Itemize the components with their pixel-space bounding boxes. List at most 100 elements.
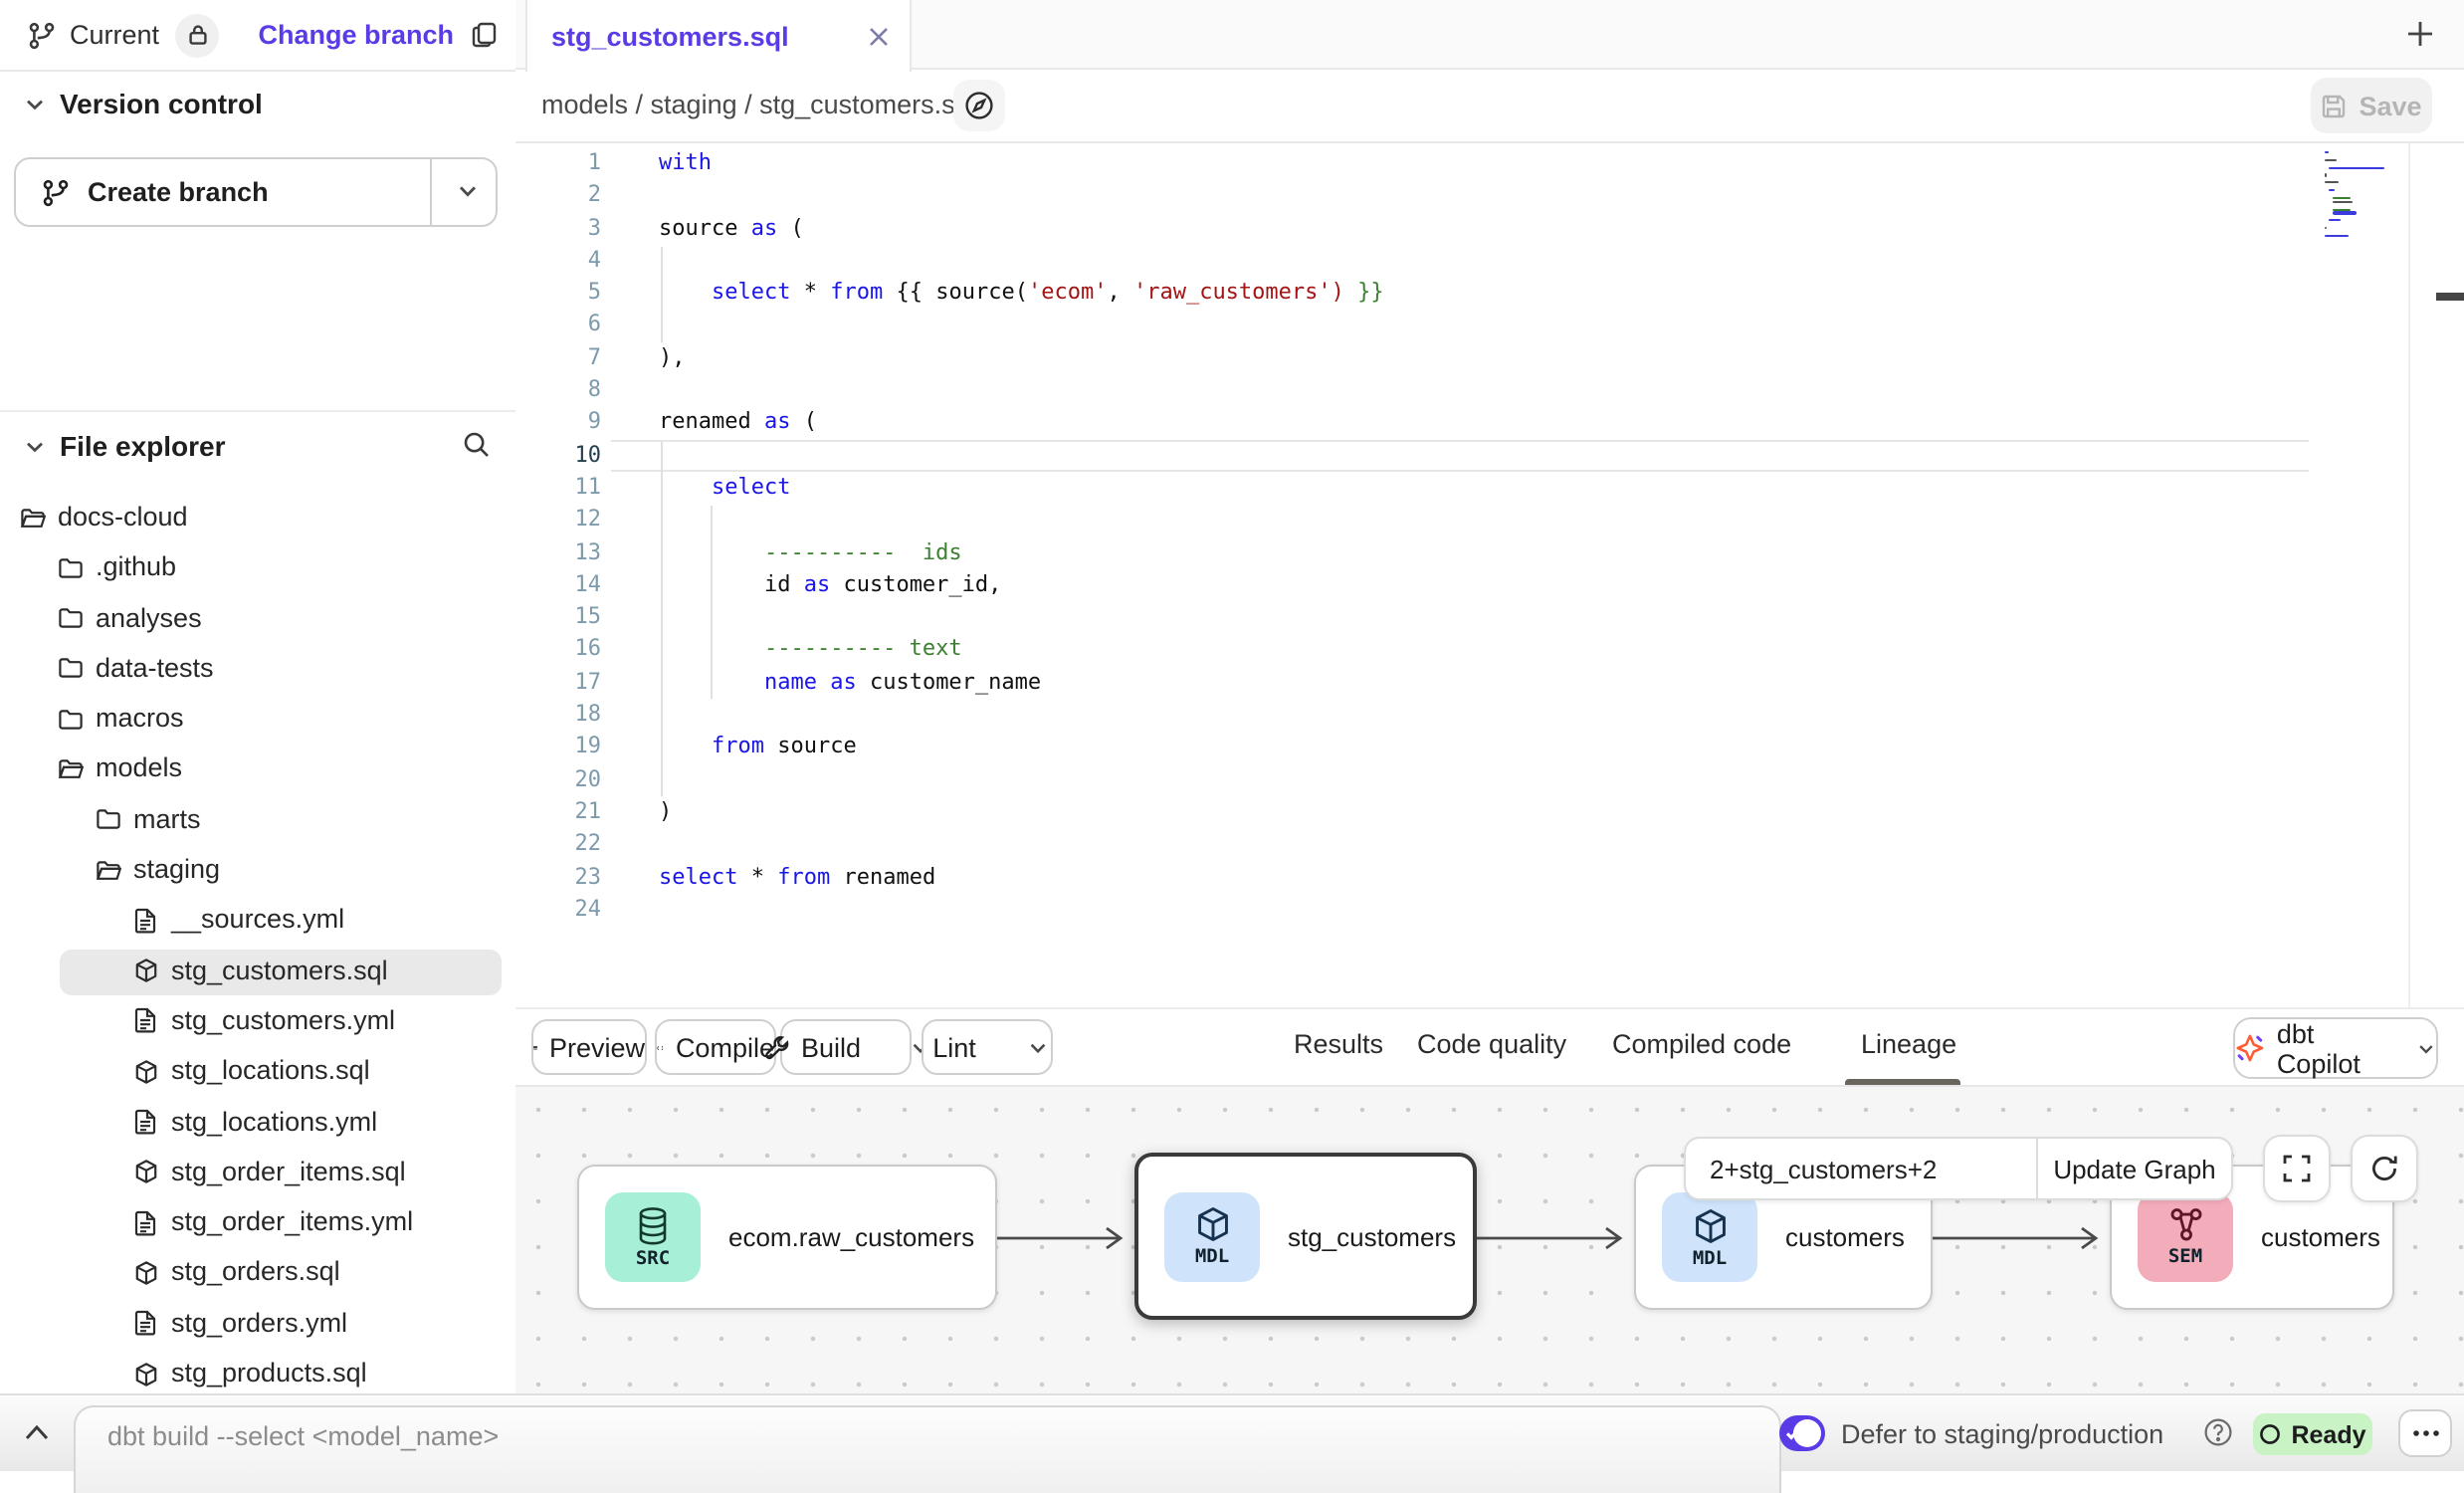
code-line[interactable]: 5 select * from {{ source('ecom', 'raw_c… <box>515 277 2464 310</box>
tab-code-quality[interactable]: Code quality <box>1417 1029 1566 1059</box>
file-row[interactable]: stg_order_items.sql <box>0 1149 515 1199</box>
status-badge[interactable]: Ready <box>2253 1413 2372 1455</box>
lint-dropdown[interactable] <box>1018 1036 1060 1058</box>
model-icon <box>133 958 159 983</box>
tab-compiled-code[interactable]: Compiled code <box>1612 1029 1791 1059</box>
code-line[interactable]: 21) <box>515 796 2464 829</box>
model-icon <box>133 1260 159 1286</box>
code-line[interactable]: 18 <box>515 699 2464 732</box>
more-options-button[interactable] <box>2398 1409 2452 1457</box>
file-row[interactable]: data-tests <box>0 645 515 696</box>
model-icon <box>133 1160 159 1185</box>
code-line[interactable]: 4 <box>515 245 2464 278</box>
code-line[interactable]: 15 <box>515 601 2464 634</box>
create-branch-dropdown[interactable] <box>456 179 480 203</box>
badge-label: MDL <box>1693 1247 1727 1269</box>
view-docs-button[interactable] <box>953 80 1005 131</box>
line-number: 24 <box>515 894 601 927</box>
node-title: stg_customers <box>1288 1221 1456 1251</box>
refresh-button[interactable] <box>2351 1135 2418 1202</box>
file-explorer-header[interactable]: File explorer <box>0 430 492 462</box>
code-editor[interactable]: 1with23source as (45 select * from {{ so… <box>515 143 2464 1007</box>
file-row[interactable]: staging <box>0 846 515 897</box>
code-line[interactable]: 7), <box>515 342 2464 375</box>
code-line[interactable]: 23select * from renamed <box>515 861 2464 894</box>
code-line[interactable]: 14 id as customer_id, <box>515 569 2464 602</box>
file-row[interactable]: .github <box>0 544 515 595</box>
file-row[interactable]: stg_customers.yml <box>0 997 515 1048</box>
code-line[interactable]: 13 ---------- ids <box>515 536 2464 569</box>
file-row[interactable]: stg_orders.yml <box>0 1300 515 1351</box>
code-line[interactable]: 3source as ( <box>515 212 2464 245</box>
file-row[interactable]: stg_locations.yml <box>0 1098 515 1149</box>
code-line[interactable]: 22 <box>515 828 2464 861</box>
code-line[interactable]: 19 from source <box>515 732 2464 764</box>
line-number: 1 <box>515 147 601 180</box>
tab-results[interactable]: Results <box>1294 1029 1383 1059</box>
code-line[interactable]: 24 <box>515 894 2464 927</box>
badge-label: SRC <box>636 1247 670 1269</box>
code-line[interactable]: 17 name as customer_name <box>515 667 2464 700</box>
file-row[interactable]: analyses <box>0 594 515 645</box>
editor-scrollbar[interactable] <box>2408 143 2410 1007</box>
line-number: 10 <box>515 439 601 472</box>
file-row[interactable]: docs-cloud <box>0 494 515 544</box>
file-row[interactable]: models <box>0 746 515 796</box>
update-graph-button[interactable]: Update Graph <box>2038 1154 2231 1183</box>
file-row[interactable]: stg_order_items.yml <box>0 1198 515 1249</box>
file-row[interactable]: stg_orders.sql <box>0 1249 515 1300</box>
command-input[interactable]: dbt build --select <model_name> <box>74 1405 1781 1493</box>
file-label: stg_orders.yml <box>171 1308 347 1338</box>
lineage-graph[interactable]: SRCecom.raw_customersMDLstg_customersMDL… <box>515 1085 2464 1393</box>
preview-button[interactable]: Preview <box>531 1019 647 1075</box>
code-line[interactable]: 6 <box>515 310 2464 342</box>
help-icon[interactable] <box>2203 1417 2233 1447</box>
create-branch-button[interactable]: Create branch <box>14 157 498 227</box>
save-button[interactable]: Save <box>2311 78 2432 133</box>
build-button[interactable]: Build <box>780 1019 912 1075</box>
lineage-node-stg_customers[interactable]: MDLstg_customers <box>1134 1153 1477 1320</box>
code-line[interactable]: 12 <box>515 505 2464 537</box>
file-row[interactable]: stg_customers.sql <box>0 947 515 997</box>
new-tab-button[interactable] <box>2404 18 2436 50</box>
close-icon[interactable] <box>868 25 890 47</box>
lineage-selector-input[interactable]: 2+stg_customers+2 <box>1686 1154 2036 1183</box>
version-control-header[interactable]: Version control <box>0 88 492 119</box>
tab-lineage[interactable]: Lineage <box>1861 1029 1956 1059</box>
code-line[interactable]: 10 <box>515 439 2464 472</box>
code-line[interactable]: 1with <box>515 147 2464 180</box>
minimap-line <box>2334 212 2357 214</box>
fullscreen-button[interactable] <box>2263 1135 2331 1202</box>
defer-toggle[interactable] <box>1779 1415 1825 1451</box>
search-icon[interactable] <box>462 430 492 460</box>
net-icon <box>2166 1206 2204 1244</box>
dbt-copilot-button[interactable]: dbt Copilot <box>2233 1017 2438 1079</box>
lock-icon <box>186 24 208 46</box>
file-row[interactable]: stg_locations.sql <box>0 1048 515 1099</box>
file-row[interactable]: __sources.yml <box>0 897 515 948</box>
code-line[interactable]: 20 <box>515 763 2464 796</box>
folder-open-icon <box>20 505 46 531</box>
lineage-node-ecom-raw_customers[interactable]: SRCecom.raw_customers <box>577 1165 997 1310</box>
change-branch-link[interactable]: Change branch <box>258 20 454 50</box>
file-label: __sources.yml <box>171 905 344 935</box>
save-label: Save <box>2359 91 2421 120</box>
code-line[interactable]: 16 ---------- text <box>515 634 2464 667</box>
collapse-panel-button[interactable] <box>24 1423 50 1441</box>
file-row[interactable]: macros <box>0 695 515 746</box>
chevron-down-icon <box>24 435 46 457</box>
copy-icon[interactable] <box>472 22 498 48</box>
file-row[interactable]: marts <box>0 796 515 847</box>
code-text: renamed as ( <box>659 407 817 440</box>
code-text: ---------- ids <box>659 536 962 569</box>
file-label: marts <box>133 804 201 834</box>
tab-stg-customers-sql[interactable]: stg_customers.sql <box>525 0 912 72</box>
code-line[interactable]: 2 <box>515 180 2464 213</box>
code-line[interactable]: 8 <box>515 374 2464 407</box>
code-line[interactable]: 9renamed as ( <box>515 407 2464 440</box>
lint-button[interactable]: Lint <box>922 1019 1053 1075</box>
minimap-line <box>2334 208 2351 210</box>
version-control-title: Version control <box>60 88 263 119</box>
code-line[interactable]: 11 select <box>515 472 2464 505</box>
branch-lock-chip <box>175 13 219 57</box>
